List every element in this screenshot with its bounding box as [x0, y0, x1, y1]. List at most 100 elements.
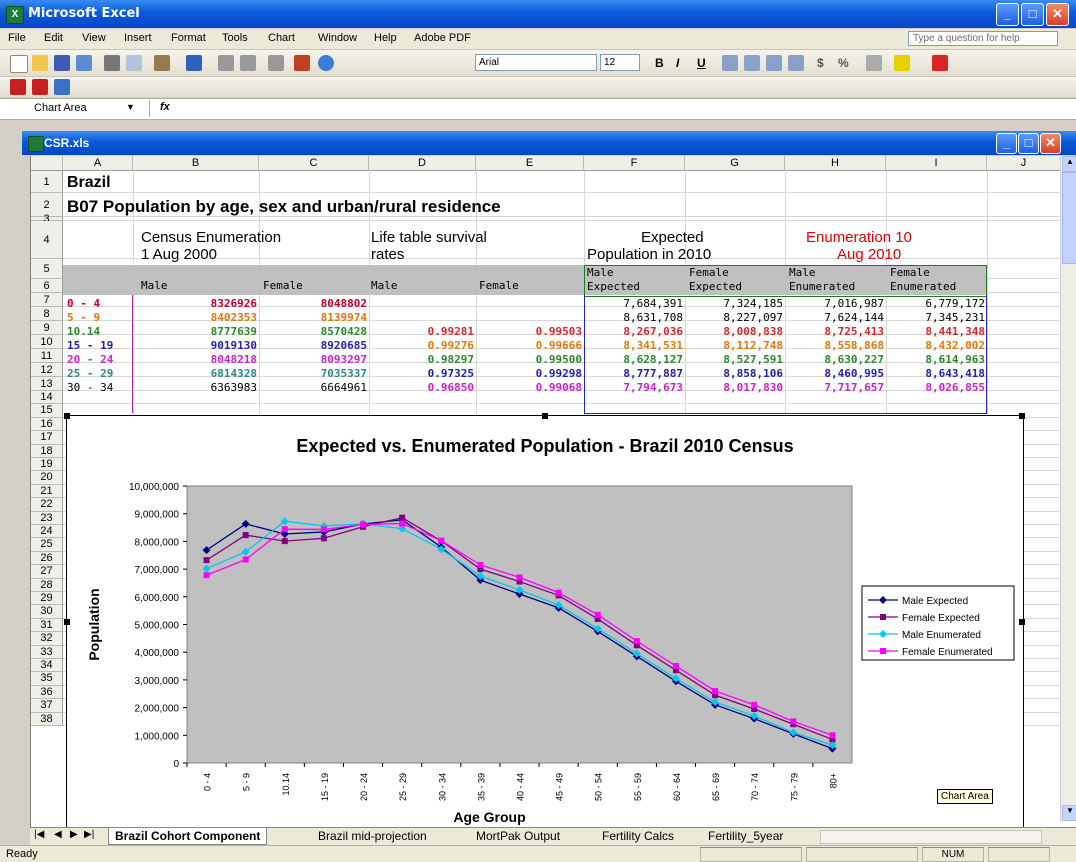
menu-insert[interactable]: Insert	[124, 32, 152, 44]
row-header[interactable]: 31	[31, 618, 63, 633]
row-header[interactable]: 27	[31, 565, 63, 579]
cell-f-row-7[interactable]: 8,631,708	[584, 311, 683, 325]
column-header-j[interactable]: J	[987, 156, 1061, 171]
cell-f-row-12[interactable]: 7,794,673	[584, 381, 683, 395]
row-header[interactable]: 13	[31, 377, 63, 391]
cell-d-row-8[interactable]: 0.99281	[369, 325, 474, 339]
align-left-icon[interactable]	[722, 55, 738, 71]
menu-file[interactable]: File	[8, 32, 26, 44]
menu-tools[interactable]: Tools	[222, 32, 248, 44]
cell-c-row-11[interactable]: 7035337	[259, 367, 367, 381]
row-header[interactable]: 38	[31, 712, 63, 726]
maximize-button[interactable]: □	[1021, 3, 1044, 26]
menu-format[interactable]: Format	[171, 32, 206, 44]
column-header-b[interactable]: B	[133, 156, 259, 171]
cell-g-row-12[interactable]: 8,017,830	[685, 381, 783, 395]
next-sheet-icon[interactable]: ▶	[70, 829, 78, 840]
column-header-a[interactable]: A	[63, 156, 133, 171]
cell-i-row-8[interactable]: 8,441,348	[886, 325, 985, 339]
cell-age-row-11[interactable]: 25 - 29	[67, 367, 113, 381]
cell-i-row-6[interactable]: 6,779,172	[886, 297, 985, 311]
cell-a1[interactable]: Brazil	[67, 173, 111, 193]
row-header[interactable]: 18	[31, 444, 63, 458]
cell-d-row-10[interactable]: 0.98297	[369, 353, 474, 367]
tab-brazil-cohort-component[interactable]: Brazil Cohort Component	[108, 828, 268, 845]
row-header[interactable]: 29	[31, 592, 63, 606]
row-header[interactable]: 36	[31, 685, 63, 700]
ask-question-input[interactable]: Type a question for help	[908, 31, 1058, 46]
cell-h-row-7[interactable]: 7,624,144	[785, 311, 884, 325]
bold-button[interactable]: B	[655, 56, 664, 70]
sub-d-male[interactable]: Male	[371, 279, 398, 293]
row-header[interactable]: 10	[31, 335, 63, 349]
column-header-i[interactable]: I	[886, 156, 987, 171]
row-header[interactable]: 8	[31, 307, 63, 321]
cell-g-row-10[interactable]: 8,527,591	[685, 353, 783, 367]
menu-adobe-pdf[interactable]: Adobe PDF	[414, 32, 471, 44]
census-header[interactable]: Census Enumeration	[141, 229, 281, 246]
life-table-header[interactable]: Life table survival	[371, 229, 487, 246]
pdf-email-icon[interactable]	[32, 79, 48, 95]
tab-fertility-calcs[interactable]: Fertility Calcs	[596, 828, 680, 844]
cell-h-row-9[interactable]: 8,558,868	[785, 339, 884, 353]
line-chart[interactable]: Expected vs. Enumerated Population - Bra…	[67, 416, 1023, 828]
row-header[interactable]: 30	[31, 605, 63, 619]
enumeration-header-2[interactable]: Aug 2010	[837, 246, 901, 263]
cell-age-row-10[interactable]: 20 - 24	[67, 353, 113, 367]
sub-c-female[interactable]: Female	[263, 279, 303, 293]
print-icon[interactable]	[104, 55, 120, 71]
close-button[interactable]: ✕	[1046, 3, 1069, 26]
cell-f-row-10[interactable]: 8,628,127	[584, 353, 683, 367]
row-header[interactable]: 26	[31, 551, 63, 566]
workbook-close-button[interactable]: ✕	[1040, 133, 1061, 154]
scroll-up-icon[interactable]: ▲	[1062, 156, 1076, 172]
underline-button[interactable]: U	[697, 56, 706, 70]
sub-b-male[interactable]: Male	[141, 279, 168, 293]
life-table-header-2[interactable]: rates	[371, 246, 404, 263]
horizontal-scrollbar[interactable]	[820, 830, 1042, 844]
open-icon[interactable]	[32, 55, 48, 71]
help-icon[interactable]	[318, 55, 334, 71]
minimize-button[interactable]: _	[996, 3, 1019, 26]
autosum-icon[interactable]	[240, 55, 256, 71]
chart-area[interactable]: Expected vs. Enumerated Population - Bra…	[64, 413, 1025, 829]
new-icon[interactable]	[10, 55, 28, 73]
expected-header[interactable]: Expected	[641, 229, 704, 246]
align-right-icon[interactable]	[766, 55, 782, 71]
cell-c-row-7[interactable]: 8139974	[259, 311, 367, 325]
chart-handle-nw[interactable]	[64, 413, 70, 419]
workbook-maximize-button[interactable]: □	[1018, 133, 1039, 154]
cell-age-row-6[interactable]: 0 - 4	[67, 297, 100, 311]
cell-g-row-6[interactable]: 7,324,185	[685, 297, 783, 311]
row-header[interactable]: 22	[31, 498, 63, 512]
row-header[interactable]: 32	[31, 632, 63, 646]
cell-e-row-10[interactable]: 0.99500	[476, 353, 582, 367]
row-header[interactable]: 11	[31, 349, 63, 363]
last-sheet-icon[interactable]: ▶|	[84, 829, 94, 840]
cell-e-row-9[interactable]: 0.99666	[476, 339, 582, 353]
tab-fertility-5year[interactable]: Fertility_5year	[702, 828, 789, 844]
row-header[interactable]: 5	[31, 259, 63, 279]
cell-age-row-8[interactable]: 10.14	[67, 325, 100, 339]
menu-view[interactable]: View	[82, 32, 106, 44]
cell-g-row-8[interactable]: 8,008,838	[685, 325, 783, 339]
cell-h-row-8[interactable]: 8,725,413	[785, 325, 884, 339]
row-header[interactable]: 33	[31, 645, 63, 659]
cell-d-row-9[interactable]: 0.99276	[369, 339, 474, 353]
paste-icon[interactable]	[154, 55, 170, 71]
cell-c-row-8[interactable]: 8570428	[259, 325, 367, 339]
cell-b-row-8[interactable]: 8777639	[133, 325, 257, 339]
menu-edit[interactable]: Edit	[44, 32, 63, 44]
row-header[interactable]: 12	[31, 363, 63, 377]
row-header[interactable]: 7	[31, 293, 63, 307]
menu-window[interactable]: Window	[318, 32, 357, 44]
cell-f-row-6[interactable]: 7,684,391	[584, 297, 683, 311]
cell-age-row-7[interactable]: 5 - 9	[67, 311, 100, 325]
cell-i-row-9[interactable]: 8,432,002	[886, 339, 985, 353]
column-header-h[interactable]: H	[785, 156, 886, 171]
cell-e-row-8[interactable]: 0.99503	[476, 325, 582, 339]
row-header[interactable]: 19	[31, 458, 63, 472]
cell-a2[interactable]: B07 Population by age, sex and urban/rur…	[67, 196, 501, 218]
currency-button[interactable]: $	[817, 56, 824, 70]
column-header-f[interactable]: F	[584, 156, 685, 171]
